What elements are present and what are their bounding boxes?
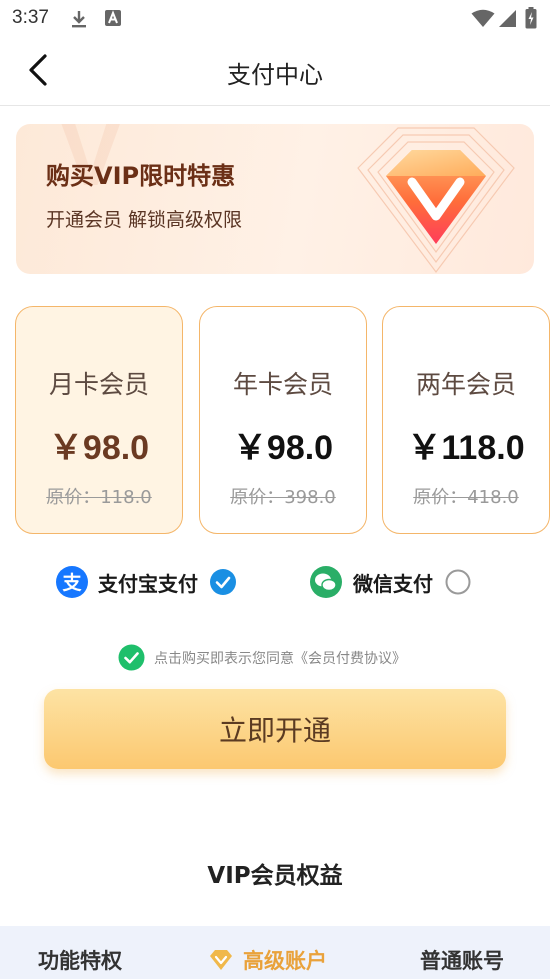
download-icon [72, 11, 86, 28]
agree-check-icon[interactable] [118, 644, 145, 671]
svg-text:支: 支 [61, 572, 82, 594]
wechat-pay-label: 微信支付 [353, 571, 433, 596]
status-time: 3:37 [12, 7, 49, 28]
tab-feature-privileges[interactable]: 功能特权 [38, 945, 122, 975]
plan-price: ￥98.0 [232, 429, 334, 467]
wechat-pay-option[interactable]: 微信支付 [309, 565, 471, 599]
tab-premium-account[interactable]: 高级账户 [208, 945, 327, 975]
banner-subtitle: 开通会员 解锁高级权限 [46, 209, 243, 231]
vip-gem-icon [357, 127, 515, 273]
plan-card-yearly[interactable]: 年卡会员 ￥98.0 原价：398.0 [199, 306, 367, 534]
plan-original-price: 原价：418.0 [413, 487, 519, 508]
alipay-label: 支付宝支付 [98, 571, 198, 596]
plan-name: 月卡会员 [48, 370, 149, 399]
page-title: 支付中心 [227, 61, 323, 89]
plan-original-price: 原价：118.0 [46, 487, 152, 508]
alipay-icon: 支 [56, 566, 88, 598]
vip-diamond-icon [210, 950, 232, 970]
wifi-icon [471, 9, 495, 27]
plan-price: ￥98.0 [48, 429, 150, 467]
plan-price: ￥118.0 [407, 429, 525, 467]
a-badge-icon [105, 10, 121, 26]
plan-card-two-year[interactable]: 两年会员 ￥118.0 原价：418.0 [382, 306, 550, 534]
banner-title: 购买VIP限时特惠 [46, 162, 236, 190]
battery-icon [525, 7, 537, 29]
status-bar: 3:37 [0, 0, 550, 36]
plan-name: 年卡会员 [232, 370, 333, 399]
plan-original-price: 原价：398.0 [230, 487, 336, 508]
wechat-icon [310, 566, 342, 598]
tab-regular-account[interactable]: 普通账号 [420, 945, 504, 975]
nav-bar: 支付中心 [0, 36, 550, 106]
plan-name: 两年会员 [415, 370, 516, 399]
agreement-text[interactable]: 点击购买即表示您同意《会员付费协议》 [154, 648, 406, 668]
vip-promo-banner: V 购买VIP限时特惠 开通会员 解锁高级权限 [16, 124, 534, 274]
agreement-row[interactable]: 点击购买即表示您同意《会员付费协议》 [118, 644, 406, 671]
benefits-tab-row: 功能特权 高级账户 普通账号 [0, 926, 550, 979]
tab-label: 高级账户 [243, 949, 327, 973]
radio-unchecked-icon [445, 569, 471, 595]
open-now-button[interactable]: 立即开通 [44, 689, 506, 769]
plan-card-monthly[interactable]: 月卡会员 ￥98.0 原价：118.0 [15, 306, 183, 534]
alipay-option[interactable]: 支 支付宝支付 [56, 565, 236, 599]
check-circle-icon [210, 569, 236, 595]
signal-icon [499, 10, 516, 27]
benefits-title: VIP会员权益 [207, 863, 343, 889]
